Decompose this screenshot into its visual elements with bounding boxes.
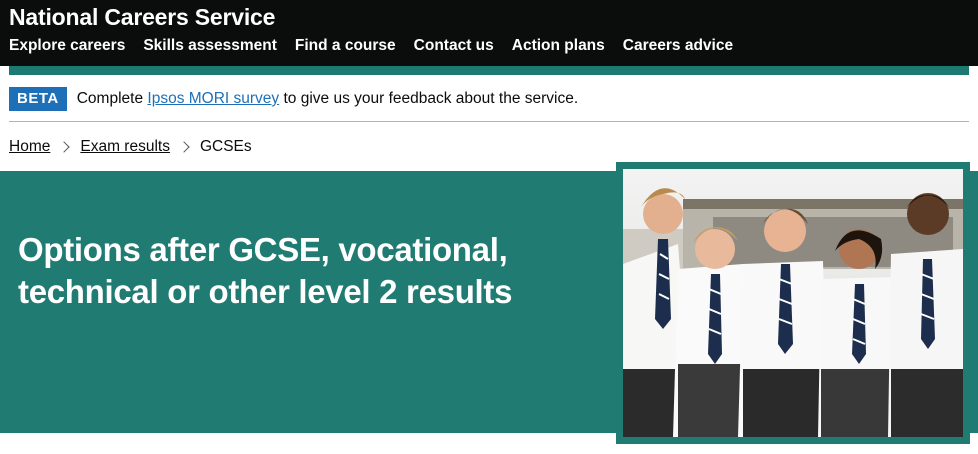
beta-tag: BETA bbox=[9, 87, 67, 111]
nav-careers-advice[interactable]: Careers advice bbox=[623, 37, 733, 55]
main-nav: Explore careers Skills assessment Find a… bbox=[9, 37, 751, 55]
hero-image-frame bbox=[616, 162, 970, 444]
nav-skills-assessment[interactable]: Skills assessment bbox=[143, 37, 277, 55]
beta-divider bbox=[9, 121, 969, 122]
students-photo bbox=[623, 169, 963, 437]
header-accent-bar bbox=[9, 66, 969, 75]
breadcrumb: Home Exam results GCSEs bbox=[9, 138, 252, 156]
site-title-link[interactable]: National Careers Service bbox=[9, 4, 275, 31]
breadcrumb-exam-results[interactable]: Exam results bbox=[80, 138, 170, 156]
breadcrumb-home[interactable]: Home bbox=[9, 138, 50, 156]
students-photo-illustration bbox=[623, 169, 963, 437]
beta-banner: BETA Complete Ipsos MORI survey to give … bbox=[9, 87, 578, 111]
survey-link[interactable]: Ipsos MORI survey bbox=[147, 90, 279, 107]
beta-text-before: Complete bbox=[76, 90, 148, 107]
chevron-right-icon bbox=[58, 141, 71, 153]
breadcrumb-current: GCSEs bbox=[199, 138, 252, 155]
page-title: Options after GCSE, vocational, technica… bbox=[18, 231, 513, 310]
nav-contact-us[interactable]: Contact us bbox=[414, 37, 494, 55]
chevron-right-icon bbox=[178, 141, 190, 153]
nav-explore-careers[interactable]: Explore careers bbox=[9, 37, 125, 55]
beta-text-after: to give us your feedback about the servi… bbox=[279, 90, 579, 107]
nav-action-plans[interactable]: Action plans bbox=[512, 37, 605, 55]
nav-find-a-course[interactable]: Find a course bbox=[295, 37, 396, 55]
beta-message: Complete Ipsos MORI survey to give us yo… bbox=[77, 90, 578, 108]
site-header: National Careers Service Explore careers… bbox=[0, 0, 978, 66]
